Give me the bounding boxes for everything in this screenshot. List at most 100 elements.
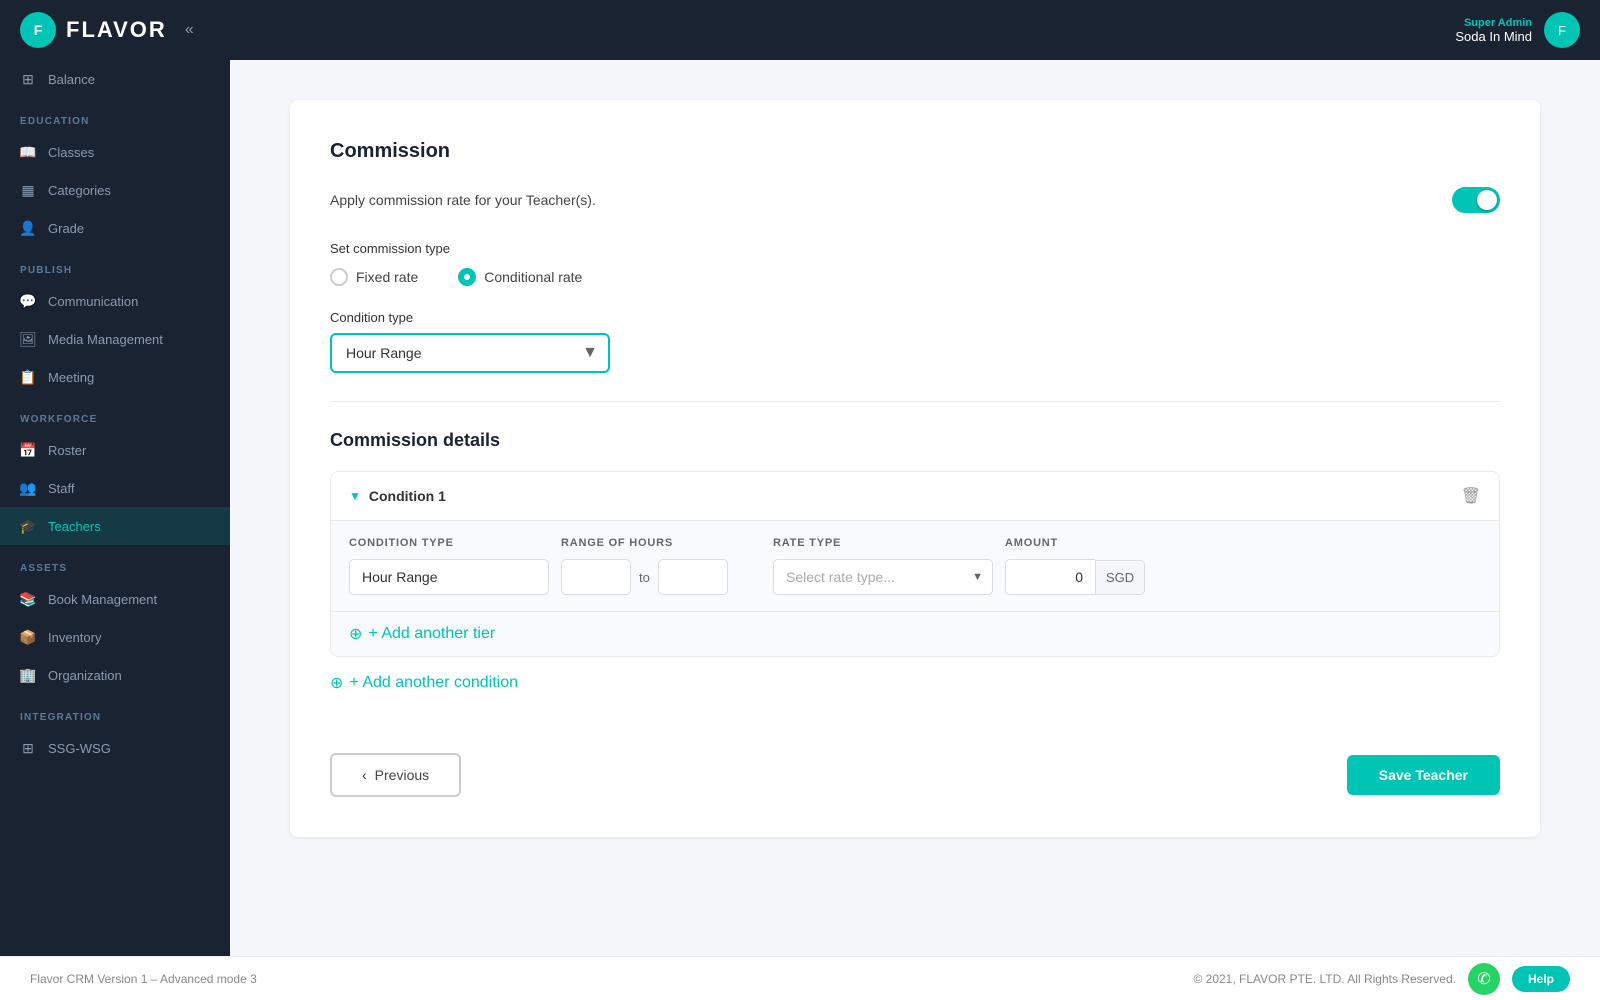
organization-icon: 🏢 [20, 667, 36, 683]
condition-delete-icon[interactable]: 🗑 [1461, 486, 1481, 506]
logo-text: FLAVOR [66, 17, 167, 43]
sidebar-item-label: SSG-WSG [48, 741, 111, 756]
logo-area: F FLAVOR « [20, 12, 194, 48]
save-teacher-button[interactable]: Save Teacher [1347, 755, 1500, 795]
categories-icon: ▦ [20, 182, 36, 198]
add-tier-icon: ⊕ [349, 624, 362, 644]
classes-icon: 📖 [20, 144, 36, 160]
collapse-sidebar-icon[interactable]: « [185, 21, 194, 39]
fixed-rate-label: Fixed rate [356, 269, 418, 285]
top-header: F FLAVOR « Super Admin Soda In Mind F [0, 0, 1600, 60]
conditional-rate-label: Conditional rate [484, 269, 582, 285]
commission-title: Commission [330, 140, 1500, 163]
staff-icon: 👥 [20, 480, 36, 496]
sidebar-item-organization[interactable]: 🏢 Organization [0, 656, 230, 694]
condition-type-select-wrapper: Hour Range Session Count Revenue ▼ [330, 333, 610, 373]
book-icon: 📚 [20, 591, 36, 607]
media-icon: 🖼 [20, 331, 36, 347]
condition-chevron-icon[interactable]: ▼ [349, 489, 361, 503]
rate-type-cell: Select rate type... Percentage Fixed ▼ [773, 559, 993, 595]
help-label: Help [1528, 972, 1554, 986]
range-from-input[interactable] [561, 559, 631, 595]
commission-toggle-row: Apply commission rate for your Teacher(s… [330, 187, 1500, 213]
previous-chevron-icon: ‹ [362, 767, 367, 783]
sidebar-item-label: Classes [48, 145, 94, 160]
rate-type-select[interactable]: Select rate type... Percentage Fixed [773, 559, 993, 595]
content-card: Commission Apply commission rate for you… [290, 100, 1540, 837]
sidebar-section-workforce: WORKFORCE [0, 396, 230, 431]
sidebar-item-label: Roster [48, 443, 86, 458]
add-tier-link[interactable]: ⊕ + Add another tier [331, 611, 1499, 656]
sidebar-item-staff[interactable]: 👥 Staff [0, 469, 230, 507]
conditional-rate-radio[interactable] [458, 268, 476, 286]
col-rate-type: RATE TYPE [773, 537, 993, 549]
sidebar: ⊞ Balance EDUCATION 📖 Classes ▦ Categori… [0, 60, 230, 956]
sidebar-item-grade[interactable]: 👤 Grade [0, 209, 230, 247]
fixed-rate-radio[interactable] [330, 268, 348, 286]
save-label: Save Teacher [1379, 767, 1468, 783]
condition-1-label: Condition 1 [369, 488, 446, 504]
condition-table: CONDITION TYPE RANGE OF HOURS RATE TYPE … [331, 521, 1499, 611]
commission-details-title: Commission details [330, 430, 1500, 451]
add-tier-label: + Add another tier [368, 625, 495, 643]
add-condition-link[interactable]: ⊕ + Add another condition [330, 673, 1500, 693]
sidebar-item-classes[interactable]: 📖 Classes [0, 133, 230, 171]
sidebar-item-label: Book Management [48, 592, 157, 607]
roster-icon: 📅 [20, 442, 36, 458]
commission-toggle-label: Apply commission rate for your Teacher(s… [330, 192, 596, 208]
sidebar-section-assets: ASSETS [0, 545, 230, 580]
range-to-input[interactable] [658, 559, 728, 595]
sidebar-item-teachers[interactable]: 🎓 Teachers [0, 507, 230, 545]
sidebar-item-label: Balance [48, 72, 95, 87]
col-range-of-hours: RANGE OF HOURS [561, 537, 761, 549]
sidebar-section-integration: INTEGRATION [0, 694, 230, 729]
communication-icon: 💬 [20, 293, 36, 309]
col-amount: AMOUNT [1005, 537, 1185, 549]
sidebar-item-communication[interactable]: 💬 Communication [0, 282, 230, 320]
amount-input[interactable] [1005, 559, 1095, 595]
user-area: Super Admin Soda In Mind F [1455, 12, 1580, 48]
sidebar-item-label: Staff [48, 481, 75, 496]
sidebar-item-balance[interactable]: ⊞ Balance [0, 60, 230, 98]
balance-icon: ⊞ [20, 71, 36, 87]
user-role: Super Admin [1455, 17, 1532, 29]
footer-right: © 2021, FLAVOR PTE. LTD. All Rights Rese… [1193, 963, 1570, 995]
col-condition-type: CONDITION TYPE [349, 537, 549, 549]
user-name: Soda In Mind [1455, 29, 1532, 44]
sidebar-item-label: Grade [48, 221, 84, 236]
sidebar-item-categories[interactable]: ▦ Categories [0, 171, 230, 209]
conditional-rate-option[interactable]: Conditional rate [458, 268, 582, 286]
sidebar-item-media-management[interactable]: 🖼 Media Management [0, 320, 230, 358]
add-condition-icon: ⊕ [330, 673, 343, 693]
table-headers: CONDITION TYPE RANGE OF HOURS RATE TYPE … [349, 537, 1481, 549]
condition-type-cell [349, 559, 549, 595]
sidebar-item-label: Organization [48, 668, 122, 683]
condition-type-input[interactable] [349, 559, 549, 595]
commission-type-radio-group: Fixed rate Conditional rate [330, 268, 1500, 286]
help-button[interactable]: Help [1512, 966, 1570, 992]
amount-cell: SGD [1005, 559, 1185, 595]
range-of-hours-cell: to [561, 559, 761, 595]
teachers-icon: 🎓 [20, 518, 36, 534]
sidebar-item-label: Categories [48, 183, 111, 198]
section-divider [330, 401, 1500, 402]
fixed-rate-option[interactable]: Fixed rate [330, 268, 418, 286]
commission-toggle[interactable] [1452, 187, 1500, 213]
sidebar-item-book-management[interactable]: 📚 Book Management [0, 580, 230, 618]
sidebar-item-label: Media Management [48, 332, 163, 347]
sidebar-item-label: Inventory [48, 630, 101, 645]
sidebar-item-meeting[interactable]: 📋 Meeting [0, 358, 230, 396]
sidebar-item-inventory[interactable]: 📦 Inventory [0, 618, 230, 656]
main-content: Commission Apply commission rate for you… [230, 60, 1600, 956]
sidebar-item-roster[interactable]: 📅 Roster [0, 431, 230, 469]
sidebar-item-ssg-wsg[interactable]: ⊞ SSG-WSG [0, 729, 230, 767]
condition-type-select[interactable]: Hour Range Session Count Revenue [330, 333, 610, 373]
table-row: to Select rate type... Percentage Fixed … [349, 559, 1481, 595]
ssg-icon: ⊞ [20, 740, 36, 756]
sidebar-section-education: EDUCATION [0, 98, 230, 133]
range-to-label: to [639, 570, 650, 585]
user-info: Super Admin Soda In Mind [1455, 17, 1532, 44]
previous-button[interactable]: ‹ Previous [330, 753, 461, 797]
condition-type-section: Condition type Hour Range Session Count … [330, 310, 1500, 373]
whatsapp-button[interactable]: ✆ [1468, 963, 1500, 995]
